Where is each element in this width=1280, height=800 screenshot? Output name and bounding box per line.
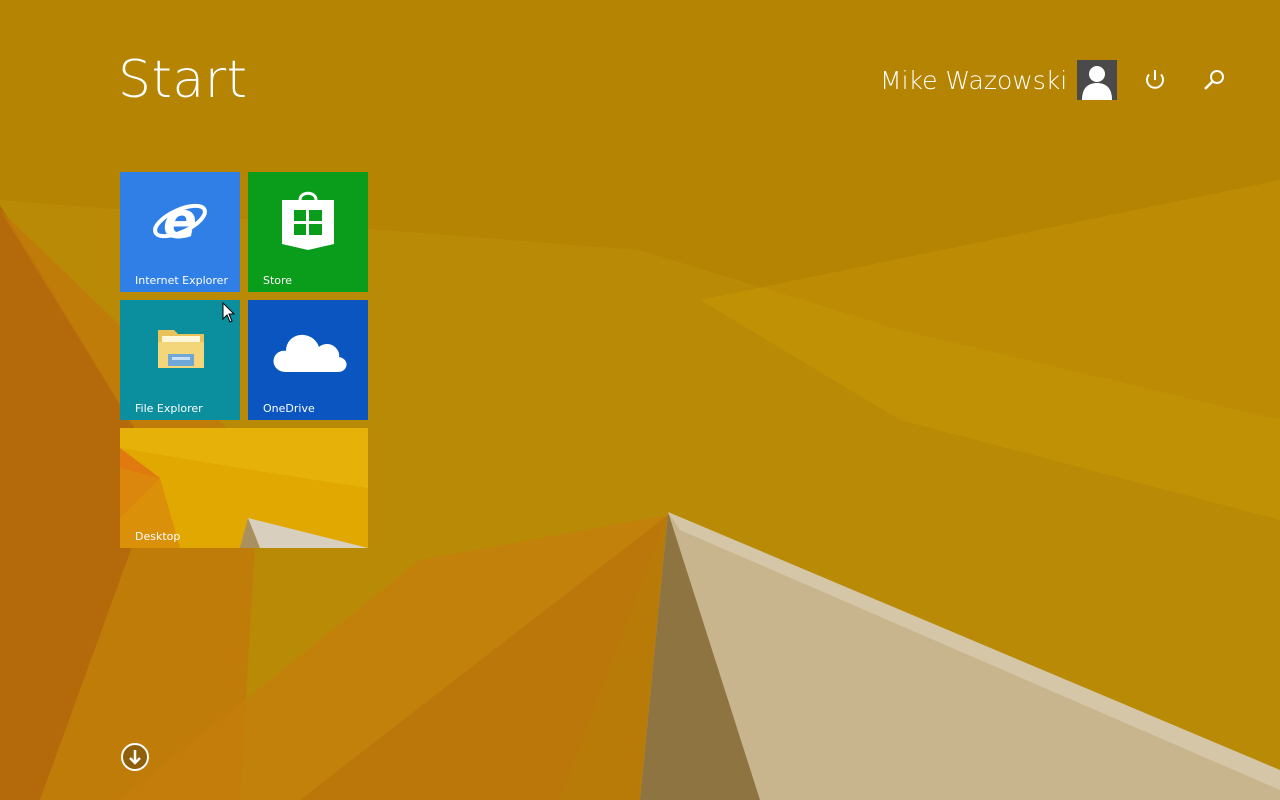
tile-onedrive[interactable]: OneDrive [248, 300, 368, 420]
tile-internet-explorer[interactable]: e Internet Explorer [120, 172, 240, 292]
page-title: Start [118, 50, 248, 110]
tile-desktop[interactable]: Desktop [120, 428, 368, 548]
search-button[interactable] [1200, 66, 1228, 94]
power-button[interactable] [1141, 66, 1169, 94]
folder-icon [158, 330, 204, 368]
all-apps-button[interactable] [120, 742, 150, 772]
user-silhouette-icon [1077, 60, 1118, 100]
tile-label: Desktop [135, 530, 181, 543]
tile-label: File Explorer [135, 402, 203, 415]
down-arrow-circle-icon [121, 743, 149, 771]
avatar[interactable] [1077, 60, 1118, 100]
user-account[interactable]: Mike Wazowski [880, 58, 1118, 102]
svg-text:e: e [163, 192, 197, 250]
internet-explorer-icon: e [153, 192, 207, 250]
cloud-icon [273, 334, 347, 372]
tile-store[interactable]: Store [248, 172, 368, 292]
tile-label: Internet Explorer [135, 274, 228, 287]
mouse-cursor-icon [222, 302, 236, 323]
tile-label: OneDrive [263, 402, 315, 415]
search-icon [1204, 70, 1224, 90]
user-name: Mike Wazowski [880, 65, 1068, 95]
power-icon [1146, 70, 1164, 89]
store-icon [282, 191, 334, 250]
tile-label: Store [263, 274, 293, 287]
